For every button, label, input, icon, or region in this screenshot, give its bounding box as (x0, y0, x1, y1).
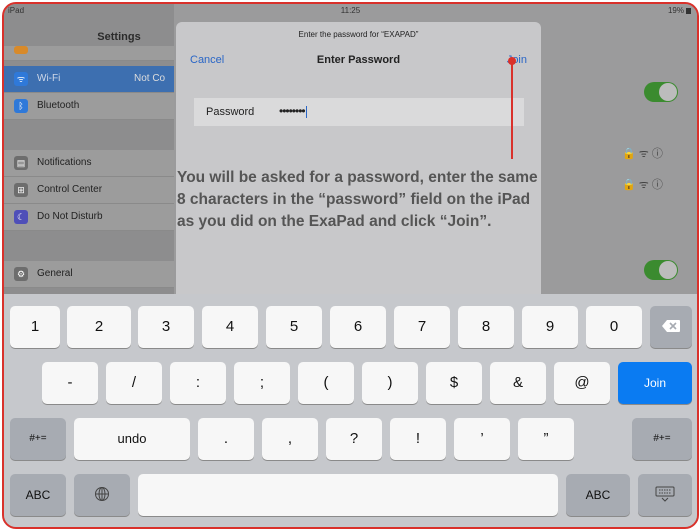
dialog-title: Enter Password (316, 54, 401, 66)
airplane-icon (14, 46, 28, 54)
network-row-icons[interactable]: 🔒 ᯤ ⓘ (622, 145, 663, 161)
key-7[interactable]: 7 (394, 306, 450, 348)
cancel-button[interactable]: Cancel (190, 54, 224, 66)
battery-percent: 19% (667, 6, 684, 15)
key-close-paren[interactable]: ) (362, 362, 418, 404)
on-screen-keyboard: 1 2 3 4 5 6 7 8 9 0 - / : ; ( ) $ & @ Jo… (4, 294, 697, 527)
key-question[interactable]: ? (326, 418, 382, 460)
status-time: 11:25 (340, 6, 361, 15)
globe-key[interactable] (74, 474, 130, 516)
key-1[interactable]: 1 (10, 306, 60, 348)
key-5[interactable]: 5 (266, 306, 322, 348)
backspace-icon (662, 320, 680, 333)
sidebar-item-label: Control Center (37, 184, 103, 195)
wifi-toggle[interactable] (644, 82, 678, 102)
globe-icon (95, 487, 109, 502)
sidebar-item-label: Wi-Fi (37, 73, 61, 84)
sidebar-item-label: General (37, 268, 73, 279)
shift-symbols-key-left[interactable]: #+= (10, 418, 66, 460)
key-2[interactable]: 2 (67, 306, 131, 348)
key-open-paren[interactable]: ( (298, 362, 354, 404)
password-label: Password (206, 106, 255, 118)
sidebar-item-label: Do Not Disturb (37, 211, 103, 222)
key-ampersand[interactable]: & (490, 362, 546, 404)
key-3[interactable]: 3 (138, 306, 194, 348)
password-dialog: Enter the password for “EXAPAD” Enter Pa… (176, 22, 541, 294)
key-dollar[interactable]: $ (426, 362, 482, 404)
callout-line (511, 61, 513, 159)
battery-indicator: 19% (668, 6, 691, 15)
keyboard-hide-icon (655, 486, 675, 503)
text-caret (305, 105, 307, 118)
key-slash[interactable]: / (106, 362, 162, 404)
key-9[interactable]: 9 (522, 306, 578, 348)
key-apostrophe[interactable]: ’ (454, 418, 510, 460)
dialog-prompt: Enter the password for “EXAPAD” (298, 30, 419, 39)
ipad-screen: Settings ᯤ Wi-Fi Not Co ᛒ Bluetooth ▤ No… (4, 4, 697, 527)
hide-keyboard-key[interactable] (638, 474, 692, 516)
password-field[interactable]: Password •••••••• (194, 98, 524, 126)
key-period[interactable]: . (198, 418, 254, 460)
key-at[interactable]: @ (554, 362, 610, 404)
settings-sidebar: Settings ᯤ Wi-Fi Not Co ᛒ Bluetooth ▤ No… (4, 4, 234, 294)
abc-key-right[interactable]: ABC (566, 474, 630, 516)
key-4[interactable]: 4 (202, 306, 258, 348)
key-semicolon[interactable]: ; (234, 362, 290, 404)
space-bar[interactable] (138, 474, 558, 516)
key-quote[interactable]: ” (518, 418, 574, 460)
bluetooth-icon: ᛒ (14, 99, 28, 113)
moon-icon: ☾ (14, 210, 28, 224)
battery-icon (686, 7, 691, 14)
password-dots: •••••••• (279, 104, 306, 118)
setting-toggle[interactable] (644, 260, 678, 280)
abc-key-left[interactable]: ABC (10, 474, 66, 516)
key-dash[interactable]: - (42, 362, 98, 404)
wifi-icon: ᯤ (14, 72, 28, 86)
ipad-screenshot-frame: Settings ᯤ Wi-Fi Not Co ᛒ Bluetooth ▤ No… (2, 2, 699, 529)
key-0[interactable]: 0 (586, 306, 642, 348)
instruction-callout: You will be asked for a password, enter … (177, 169, 538, 230)
key-8[interactable]: 8 (458, 306, 514, 348)
sidebar-item-label: Bluetooth (37, 100, 80, 111)
gear-icon: ⚙ (14, 267, 28, 281)
key-6[interactable]: 6 (330, 306, 386, 348)
network-row-icons[interactable]: 🔒 ᯤ ⓘ (622, 176, 663, 192)
callout-pointer (508, 57, 516, 65)
sidebar-item-value: Not Co (134, 73, 166, 84)
notifications-icon: ▤ (14, 156, 28, 170)
key-comma[interactable]: , (262, 418, 318, 460)
password-input[interactable]: •••••••• (279, 104, 307, 118)
join-key[interactable]: Join (618, 362, 692, 404)
key-colon[interactable]: : (170, 362, 226, 404)
backspace-key[interactable] (650, 306, 692, 348)
key-exclamation[interactable]: ! (390, 418, 446, 460)
control-center-icon: ⊞ (14, 183, 28, 197)
sidebar-item-label: Notifications (37, 157, 92, 168)
shift-symbols-key-right[interactable]: #+= (632, 418, 692, 460)
undo-key[interactable]: undo (74, 418, 190, 460)
status-bar: iPad 11:25 19% (4, 4, 697, 18)
